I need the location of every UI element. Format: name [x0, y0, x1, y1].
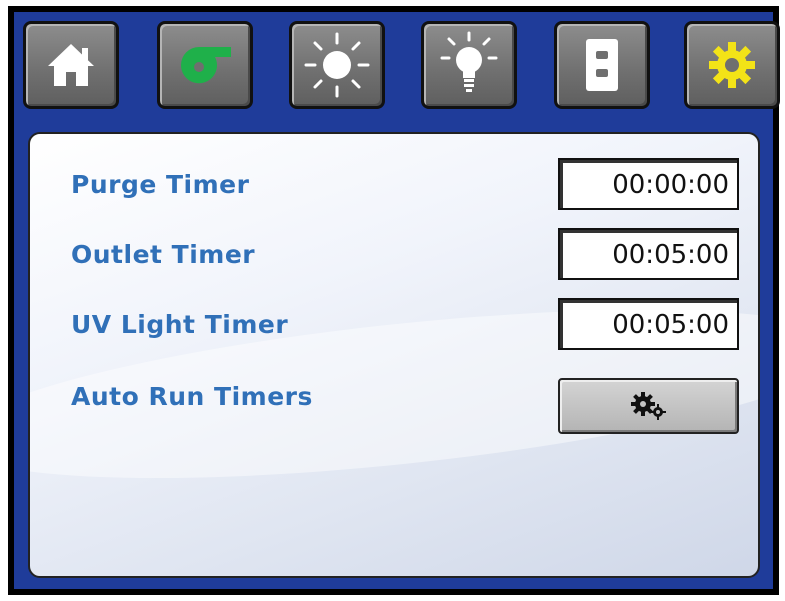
auto-run-timers-label: Auto Run Timers [71, 382, 313, 411]
tab-settings[interactable] [684, 21, 780, 109]
home-icon [48, 44, 94, 86]
tab-sun[interactable] [289, 21, 385, 109]
tab-lightbulb[interactable] [421, 21, 517, 109]
outlet-timer-label: Outlet Timer [71, 240, 256, 269]
gears-icon [630, 392, 666, 420]
uv-light-timer-field[interactable]: 00:05:00 [558, 298, 739, 350]
tab-home[interactable] [23, 21, 119, 109]
uv-light-timer-label: UV Light Timer [71, 310, 289, 339]
tab-fan[interactable] [157, 21, 253, 109]
tab-outlet[interactable] [554, 21, 650, 109]
purge-timer-field[interactable]: 00:00:00 [558, 158, 739, 210]
timers-panel: Purge Timer 00:00:00 Outlet Timer 00:05:… [28, 132, 760, 578]
gear-icon [709, 42, 755, 88]
sun-icon [304, 32, 370, 98]
outlet-timer-field[interactable]: 00:05:00 [558, 228, 739, 280]
purge-timer-label: Purge Timer [71, 170, 250, 199]
device-screen: Purge Timer 00:00:00 Outlet Timer 00:05:… [8, 6, 780, 595]
screen-bezel: Purge Timer 00:00:00 Outlet Timer 00:05:… [14, 12, 780, 589]
lightbulb-icon [440, 31, 498, 92]
fan-icon [180, 47, 231, 84]
auto-run-timers-button[interactable] [558, 378, 739, 434]
outlet-icon [586, 39, 618, 91]
